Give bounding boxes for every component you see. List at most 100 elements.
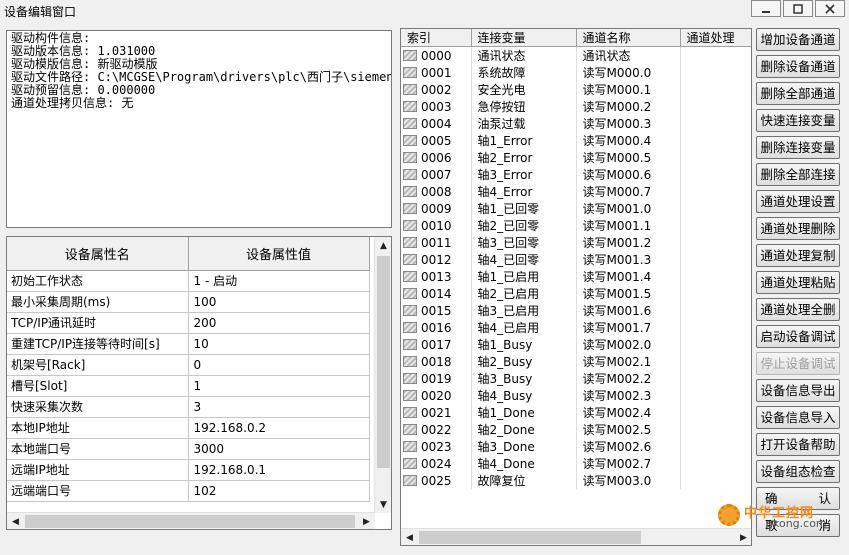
table-row[interactable]: 0014 轴2_已启用 读写M001.5 xyxy=(401,285,751,302)
channel-variable[interactable]: 轴4_已回零 xyxy=(471,251,577,268)
table-row[interactable]: 0003 急停按钮 读写M000.2 xyxy=(401,98,751,115)
channel-variable[interactable]: 轴2_已启用 xyxy=(471,285,577,302)
channel-variable[interactable]: 轴4_已启用 xyxy=(471,319,577,336)
table-row[interactable]: 0017 轴1_Busy 读写M002.0 xyxy=(401,336,751,353)
table-row[interactable]: 0016 轴4_已启用 读写M001.7 xyxy=(401,319,751,336)
col-header-processing[interactable]: 通道处理 xyxy=(680,29,751,47)
prop-value[interactable]: 100 xyxy=(188,291,370,313)
props-vertical-scrollbar[interactable]: ▲ ▼ xyxy=(374,237,391,513)
table-row[interactable]: 本地IP地址 192.168.0.2 xyxy=(7,417,370,439)
table-row[interactable]: 0008 轴4_Error 读写M000.7 xyxy=(401,183,751,200)
maximize-button[interactable] xyxy=(783,0,813,17)
action-button-7[interactable]: 通道处理删除 xyxy=(756,217,840,240)
channel-variable[interactable]: 轴2_Busy xyxy=(471,353,577,370)
table-row[interactable]: 0004 油泵过载 读写M000.3 xyxy=(401,115,751,132)
table-row[interactable]: 重建TCP/IP连接等待时间[s] 10 xyxy=(7,333,370,355)
channel-processing[interactable] xyxy=(680,183,751,200)
scroll-up-icon[interactable]: ▲ xyxy=(375,237,391,254)
table-row[interactable]: 最小采集周期(ms) 100 xyxy=(7,291,370,313)
prop-value[interactable]: 1 - 启动 xyxy=(188,270,370,292)
channel-variable[interactable]: 安全光电 xyxy=(471,81,577,98)
device-channels-grid[interactable]: 索引 连接变量 通道名称 通道处理 0000 通讯状态 通讯状态 0001 系统故障 读写… xyxy=(400,28,752,546)
channel-processing[interactable] xyxy=(680,217,751,234)
table-row[interactable]: 0010 轴2_已回零 读写M001.1 xyxy=(401,217,751,234)
table-row[interactable]: 0015 轴3_已启用 读写M001.6 xyxy=(401,302,751,319)
table-row[interactable]: TCP/IP通讯延时 200 xyxy=(7,312,370,334)
table-row[interactable]: 0020 轴4_Busy 读写M002.3 xyxy=(401,387,751,404)
channel-variable[interactable]: 轴1_已启用 xyxy=(471,268,577,285)
channel-processing[interactable] xyxy=(680,319,751,336)
table-row[interactable]: 0002 安全光电 读写M000.1 xyxy=(401,81,751,98)
channel-variable[interactable]: 轴1_Error xyxy=(471,132,577,149)
scroll-thumb[interactable] xyxy=(25,515,355,528)
action-button-1[interactable]: 删除设备通道 xyxy=(756,55,840,78)
channel-variable[interactable]: 轴2_已回零 xyxy=(471,217,577,234)
prop-value[interactable]: 200 xyxy=(188,312,370,334)
channel-variable[interactable]: 轴4_Error xyxy=(471,183,577,200)
channel-variable[interactable]: 轴3_Error xyxy=(471,166,577,183)
table-row[interactable]: 0018 轴2_Busy 读写M002.1 xyxy=(401,353,751,370)
action-button-0[interactable]: 增加设备通道 xyxy=(756,28,840,51)
table-row[interactable]: 0019 轴3_Busy 读写M002.2 xyxy=(401,370,751,387)
prop-value[interactable]: 102 xyxy=(188,480,370,502)
channel-processing[interactable] xyxy=(680,404,751,421)
channel-variable[interactable]: 通讯状态 xyxy=(471,46,577,64)
channel-processing[interactable] xyxy=(680,268,751,285)
action-button-11[interactable]: 启动设备调试 xyxy=(756,325,840,348)
channel-processing[interactable] xyxy=(680,438,751,455)
scroll-left-icon[interactable]: ◀ xyxy=(401,529,418,545)
channel-processing[interactable] xyxy=(680,285,751,302)
channel-processing[interactable] xyxy=(680,64,751,81)
channel-variable[interactable]: 轴1_Done xyxy=(471,404,577,421)
channel-processing[interactable] xyxy=(680,370,751,387)
table-row[interactable]: 机架号[Rack] 0 xyxy=(7,354,370,376)
table-row[interactable]: 远端端口号 102 xyxy=(7,480,370,502)
channel-processing[interactable] xyxy=(680,302,751,319)
col-header-variable[interactable]: 连接变量 xyxy=(471,29,577,47)
action-button-14[interactable]: 设备信息导入 xyxy=(756,406,840,429)
prop-value[interactable]: 3 xyxy=(188,396,370,418)
channel-variable[interactable]: 急停按钮 xyxy=(471,98,577,115)
table-row[interactable]: 本地端口号 3000 xyxy=(7,438,370,460)
table-row[interactable]: 0025 故障复位 读写M003.0 xyxy=(401,472,751,489)
action-button-4[interactable]: 删除连接变量 xyxy=(756,136,840,159)
table-row[interactable]: 0000 通讯状态 通讯状态 xyxy=(401,46,751,64)
channel-processing[interactable] xyxy=(680,200,751,217)
action-button-3[interactable]: 快速连接变量 xyxy=(756,109,840,132)
channel-variable[interactable]: 系统故障 xyxy=(471,64,577,81)
channel-variable[interactable]: 轴3_已启用 xyxy=(471,302,577,319)
close-button[interactable] xyxy=(815,0,845,17)
channel-variable[interactable]: 轴2_Done xyxy=(471,421,577,438)
table-row[interactable]: 0007 轴3_Error 读写M000.6 xyxy=(401,166,751,183)
scroll-left-icon[interactable]: ◀ xyxy=(7,513,24,529)
channel-variable[interactable]: 轴3_Done xyxy=(471,438,577,455)
action-button-10[interactable]: 通道处理全删 xyxy=(756,298,840,321)
col-header-index[interactable]: 索引 xyxy=(401,29,472,47)
channel-variable[interactable]: 油泵过载 xyxy=(471,115,577,132)
channel-processing[interactable] xyxy=(680,472,751,489)
table-row[interactable]: 0011 轴3_已回零 读写M001.2 xyxy=(401,234,751,251)
channel-variable[interactable]: 轴1_Busy xyxy=(471,336,577,353)
channel-processing[interactable] xyxy=(680,98,751,115)
table-row[interactable]: 0021 轴1_Done 读写M002.4 xyxy=(401,404,751,421)
channel-variable[interactable]: 轴3_已回零 xyxy=(471,234,577,251)
channel-variable[interactable]: 轴2_Error xyxy=(471,149,577,166)
channel-variable[interactable]: 轴4_Busy xyxy=(471,387,577,404)
table-row[interactable]: 0001 系统故障 读写M000.0 xyxy=(401,64,751,81)
channel-processing[interactable] xyxy=(680,251,751,268)
channel-processing[interactable] xyxy=(680,387,751,404)
prop-value[interactable]: 10 xyxy=(188,333,370,355)
table-row[interactable]: 0006 轴2_Error 读写M000.5 xyxy=(401,149,751,166)
prop-value[interactable]: 3000 xyxy=(188,438,370,460)
channel-processing[interactable] xyxy=(680,234,751,251)
table-row[interactable]: 快速采集次数 3 xyxy=(7,396,370,418)
channel-processing[interactable] xyxy=(680,421,751,438)
channel-processing[interactable] xyxy=(680,353,751,370)
channel-variable[interactable]: 轴1_已回零 xyxy=(471,200,577,217)
channel-processing[interactable] xyxy=(680,149,751,166)
action-button-6[interactable]: 通道处理设置 xyxy=(756,190,840,213)
channel-processing[interactable] xyxy=(680,115,751,132)
table-row[interactable]: 0024 轴4_Done 读写M002.7 xyxy=(401,455,751,472)
channel-variable[interactable]: 故障复位 xyxy=(471,472,577,489)
action-button-12[interactable]: 停止设备调试 xyxy=(756,352,840,375)
